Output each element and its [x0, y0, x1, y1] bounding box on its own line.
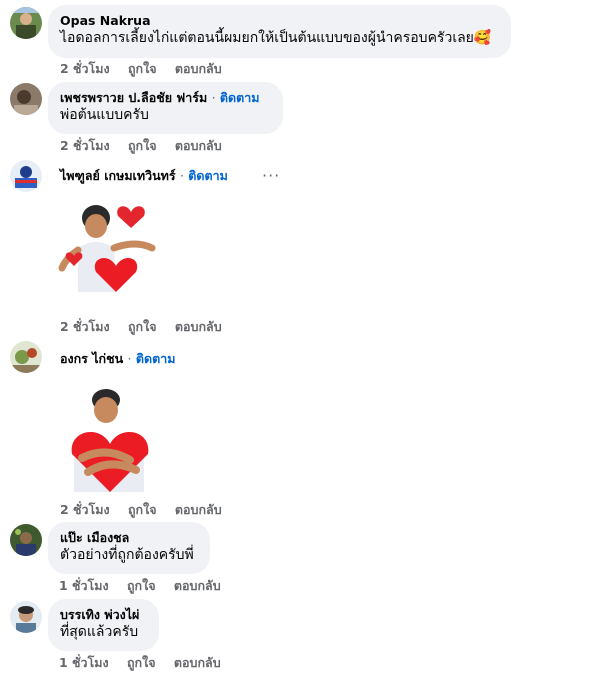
commenter-name[interactable]: ไพฑูลย์ เกษมเทวินทร์ — [60, 168, 176, 183]
reply-button[interactable]: ตอบกลับ — [175, 502, 222, 517]
commenter-header: องกร ไก่ชน · ติดตาม — [60, 351, 175, 367]
comment-bubble: เพชรพราวย ป.ลือชัย ฟาร์ม · ติดตาม พ่อต้น… — [48, 82, 283, 134]
reply-button[interactable]: ตอบกลับ — [175, 61, 222, 76]
comment-actions: 2 ชั่วโมง ถูกใจ ตอบกลับ — [60, 138, 236, 154]
comment-actions: 2 ชั่วโมง ถูกใจ ตอบกลับ — [60, 319, 236, 335]
commenter-name[interactable]: องกร ไก่ชน — [60, 351, 123, 366]
avatar[interactable] — [10, 341, 42, 373]
like-button[interactable]: ถูกใจ — [128, 61, 157, 76]
commenter-name[interactable]: เพชรพราวย ป.ลือชัย ฟาร์ม — [60, 90, 207, 105]
man-hugging-heart-sticker[interactable] — [60, 388, 160, 496]
avatar[interactable] — [10, 601, 42, 633]
avatar[interactable] — [10, 524, 42, 556]
follow-button[interactable]: ติดตาม — [136, 351, 176, 366]
like-button[interactable]: ถูกใจ — [127, 655, 156, 670]
commenter-name[interactable]: บรรเทิง พ่วงไผ่ — [60, 607, 147, 623]
comment-bubble: บรรเทิง พ่วงไผ่ ที่สุดแล้วครับ — [48, 599, 159, 651]
like-button[interactable]: ถูกใจ — [128, 319, 157, 334]
separator: · — [179, 168, 184, 183]
avatar[interactable] — [10, 160, 42, 192]
timestamp[interactable]: 1 ชั่วโมง — [59, 578, 109, 593]
smiling-face-with-hearts-icon: 🥰 — [473, 30, 492, 46]
comment-text: ไอดอลการเลี้ยงไก่แต่ตอนนี้ผมยกให้เป็นต้น… — [60, 29, 499, 48]
separator: · — [211, 90, 216, 105]
comment-text: ตัวอย่างที่ถูกต้องครับพี่ — [60, 547, 194, 563]
like-button[interactable]: ถูกใจ — [127, 578, 156, 593]
timestamp[interactable]: 2 ชั่วโมง — [60, 138, 110, 153]
comment-text: ที่สุดแล้วครับ — [60, 624, 139, 640]
commenter-name[interactable]: Opas Nakrua — [60, 13, 499, 29]
like-button[interactable]: ถูกใจ — [128, 138, 157, 153]
reply-button[interactable]: ตอบกลับ — [174, 578, 221, 593]
commenter-name[interactable]: แป๊ะ เมืองชล — [60, 530, 198, 546]
comment-actions: 1 ชั่วโมง ถูกใจ ตอบกลับ — [59, 578, 235, 594]
comment-bubble: Opas Nakrua ไอดอลการเลี้ยงไก่แต่ตอนนี้ผม… — [48, 5, 511, 58]
comment-actions: 2 ชั่วโมง ถูกใจ ตอบกลับ — [60, 502, 236, 518]
follow-button[interactable]: ติดตาม — [220, 90, 260, 105]
timestamp[interactable]: 1 ชั่วโมง — [59, 655, 109, 670]
timestamp[interactable]: 2 ชั่วโมง — [60, 319, 110, 334]
commenter-header: ไพฑูลย์ เกษมเทวินทร์ · ติดตาม — [60, 168, 228, 184]
reply-button[interactable]: ตอบกลับ — [175, 319, 222, 334]
avatar[interactable] — [10, 83, 42, 115]
commenter-header: เพชรพราวย ป.ลือชัย ฟาร์ม · ติดตาม — [60, 90, 271, 106]
comment-text: พ่อต้นแบบครับ — [60, 107, 149, 123]
comment-actions: 2 ชั่วโมง ถูกใจ ตอบกลับ — [60, 61, 236, 77]
comment-text-body: ไอดอลการเลี้ยงไก่แต่ตอนนี้ผมยกให้เป็นต้น… — [60, 30, 474, 46]
follow-button[interactable]: ติดตาม — [188, 168, 228, 183]
timestamp[interactable]: 2 ชั่วโมง — [60, 502, 110, 517]
man-throwing-hearts-sticker[interactable] — [56, 200, 168, 304]
comment-actions: 1 ชั่วโมง ถูกใจ ตอบกลับ — [59, 655, 235, 671]
timestamp[interactable]: 2 ชั่วโมง — [60, 61, 110, 76]
reply-button[interactable]: ตอบกลับ — [175, 138, 222, 153]
reply-button[interactable]: ตอบกลับ — [174, 655, 221, 670]
more-options-icon[interactable]: ··· — [262, 166, 280, 185]
avatar[interactable] — [10, 7, 42, 39]
separator: · — [127, 351, 132, 366]
like-button[interactable]: ถูกใจ — [128, 502, 157, 517]
comment-bubble: แป๊ะ เมืองชล ตัวอย่างที่ถูกต้องครับพี่ — [48, 522, 210, 574]
